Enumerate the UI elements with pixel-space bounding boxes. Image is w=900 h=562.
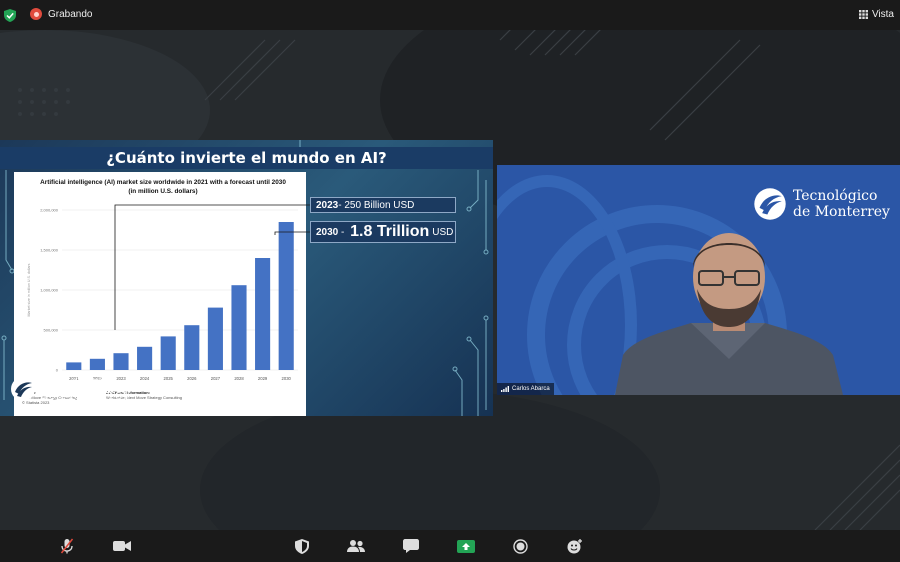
y-axis-label: Market size in million U.S. dollars [27, 263, 31, 316]
video-button[interactable] [113, 538, 131, 554]
view-button[interactable]: Vista [858, 9, 894, 20]
chat-icon [403, 539, 419, 553]
participants-icon [347, 540, 365, 552]
bar [137, 346, 153, 370]
bar [255, 258, 271, 370]
grid-view-icon [858, 10, 868, 19]
bar [66, 362, 82, 370]
microphone-muted-icon [60, 538, 74, 554]
callout-2030: 2030 - 1.8 Trillion USD [310, 221, 456, 243]
view-label: Vista [871, 9, 894, 20]
bar [89, 358, 105, 370]
participant-name: Carlos Abarca [512, 386, 550, 392]
callout-2030-dash: - [338, 226, 348, 238]
video-logo-line1: Tecnológico [793, 188, 878, 204]
participants-button[interactable] [347, 538, 365, 554]
bar [278, 222, 294, 370]
shared-screen[interactable]: ¿Cuánto invierte el mundo en AI? Artific… [0, 140, 493, 416]
x-tick-label: 2026 [187, 376, 197, 381]
participant-name-tag: Carlos Abarca [497, 383, 554, 395]
x-tick-label: 2027 [211, 376, 221, 381]
participant-person [615, 233, 843, 395]
shield-check-icon[interactable] [4, 9, 16, 22]
emoji-icon [567, 538, 582, 553]
y-tick-label: 1,500,000 [40, 248, 59, 253]
bar [207, 307, 223, 370]
recording-indicator[interactable]: Grabando [30, 8, 92, 20]
bar [113, 353, 129, 370]
callout-2023-text: - 250 Billion USD [338, 199, 415, 211]
reactions-button[interactable] [566, 538, 584, 554]
x-tick-label: 2030 [282, 376, 292, 381]
bar [231, 285, 247, 370]
share-screen-icon [457, 539, 475, 553]
chart-title: Artificial intelligence (AI) market size… [40, 179, 286, 195]
bar [160, 336, 176, 370]
top-bar: Grabando Vista [0, 0, 900, 30]
mute-button[interactable] [58, 538, 76, 554]
video-camera-icon [113, 541, 131, 551]
record-icon [30, 8, 42, 20]
chat-button[interactable] [402, 538, 420, 554]
y-tick-label: 0 [56, 368, 59, 373]
slide-title: ¿Cuánto invierte el mundo en AI? [106, 149, 387, 167]
tec-logo-icon [11, 377, 35, 401]
callout-2023: 2023 - 250 Billion USD [310, 197, 456, 213]
share-screen-button[interactable] [457, 538, 475, 554]
callout-2030-unit: USD [432, 226, 454, 238]
recording-label: Grabando [48, 8, 93, 20]
video-background-logo: Tecnológico de Monterrey [753, 187, 890, 221]
y-tick-label: 500,000 [44, 328, 59, 333]
bar-chart: 0 500,000 1,000,000 1,500,000 2,000,000 Marke… [27, 208, 298, 381]
meeting-toolbar [0, 530, 900, 562]
shield-icon [295, 538, 309, 554]
y-tick-label: 2,000,000 [40, 208, 59, 213]
x-tick-label: 2028 [234, 376, 244, 381]
record-button[interactable] [511, 538, 529, 554]
record-icon [512, 538, 528, 554]
signal-strength-icon [501, 386, 509, 392]
x-tick-label: 2024 [140, 376, 150, 381]
tec-logo-icon [754, 188, 786, 220]
bar [184, 325, 200, 370]
slide-logo-line2: de Monterrey [40, 388, 131, 403]
x-tick-label: 2025 [164, 376, 174, 381]
y-tick-label: 1,000,000 [40, 288, 59, 293]
x-tick-label: 2029 [258, 376, 268, 381]
participant-video[interactable]: Tecnológico de Monterrey Carlos Abarca [497, 165, 900, 395]
callout-2030-year: 2030 [316, 226, 339, 238]
slide-title-bar: ¿Cuánto invierte el mundo en AI? [0, 147, 493, 169]
video-logo-line2: de Monterrey [793, 204, 890, 220]
callout-2030-amount: 1.8 Trillion [350, 223, 430, 240]
security-button[interactable] [293, 538, 311, 554]
callout-2023-year: 2023 [316, 199, 339, 211]
slide-logo: Tecnológico de Monterrey [10, 376, 130, 402]
